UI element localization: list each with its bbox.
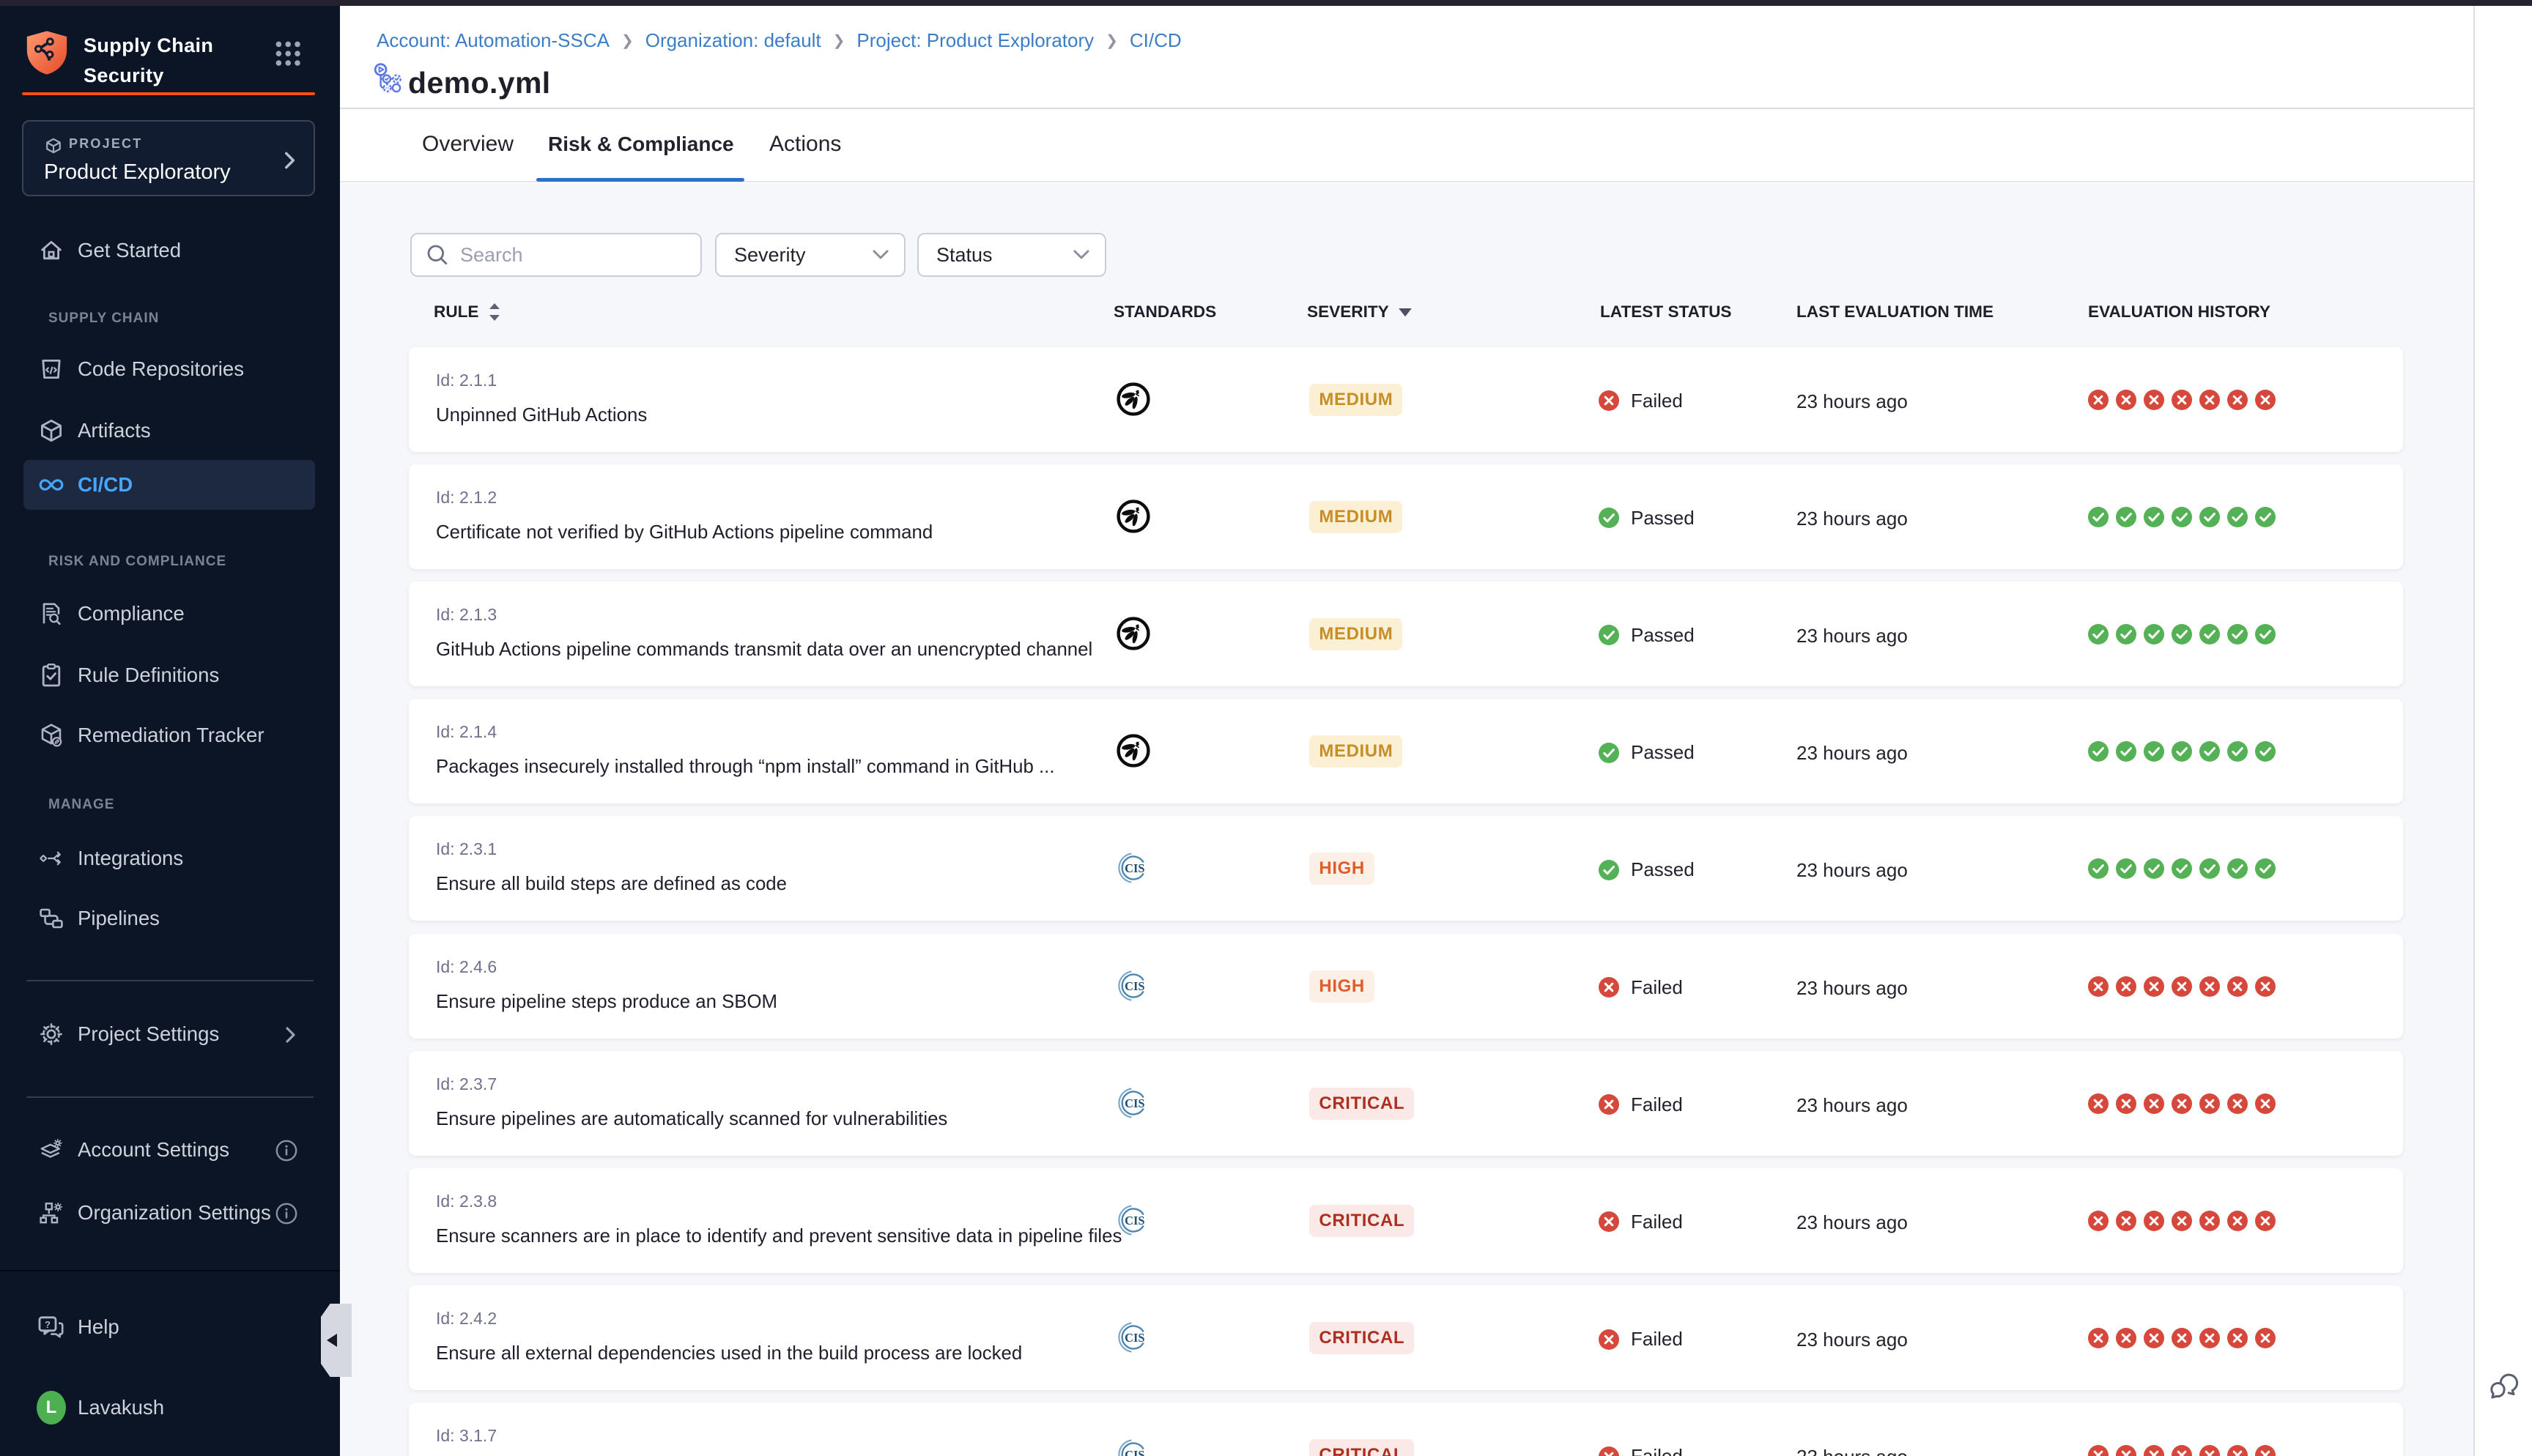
svg-text:CIS: CIS xyxy=(1125,861,1144,875)
svg-text:CIS: CIS xyxy=(1125,979,1144,993)
svg-text:CIS: CIS xyxy=(1125,1214,1144,1227)
svg-text:?: ? xyxy=(45,1319,51,1330)
svg-text:CIS: CIS xyxy=(1125,1331,1144,1345)
svg-text:CIS: CIS xyxy=(1125,1096,1144,1110)
svg-text:CIS: CIS xyxy=(1125,1448,1144,1456)
